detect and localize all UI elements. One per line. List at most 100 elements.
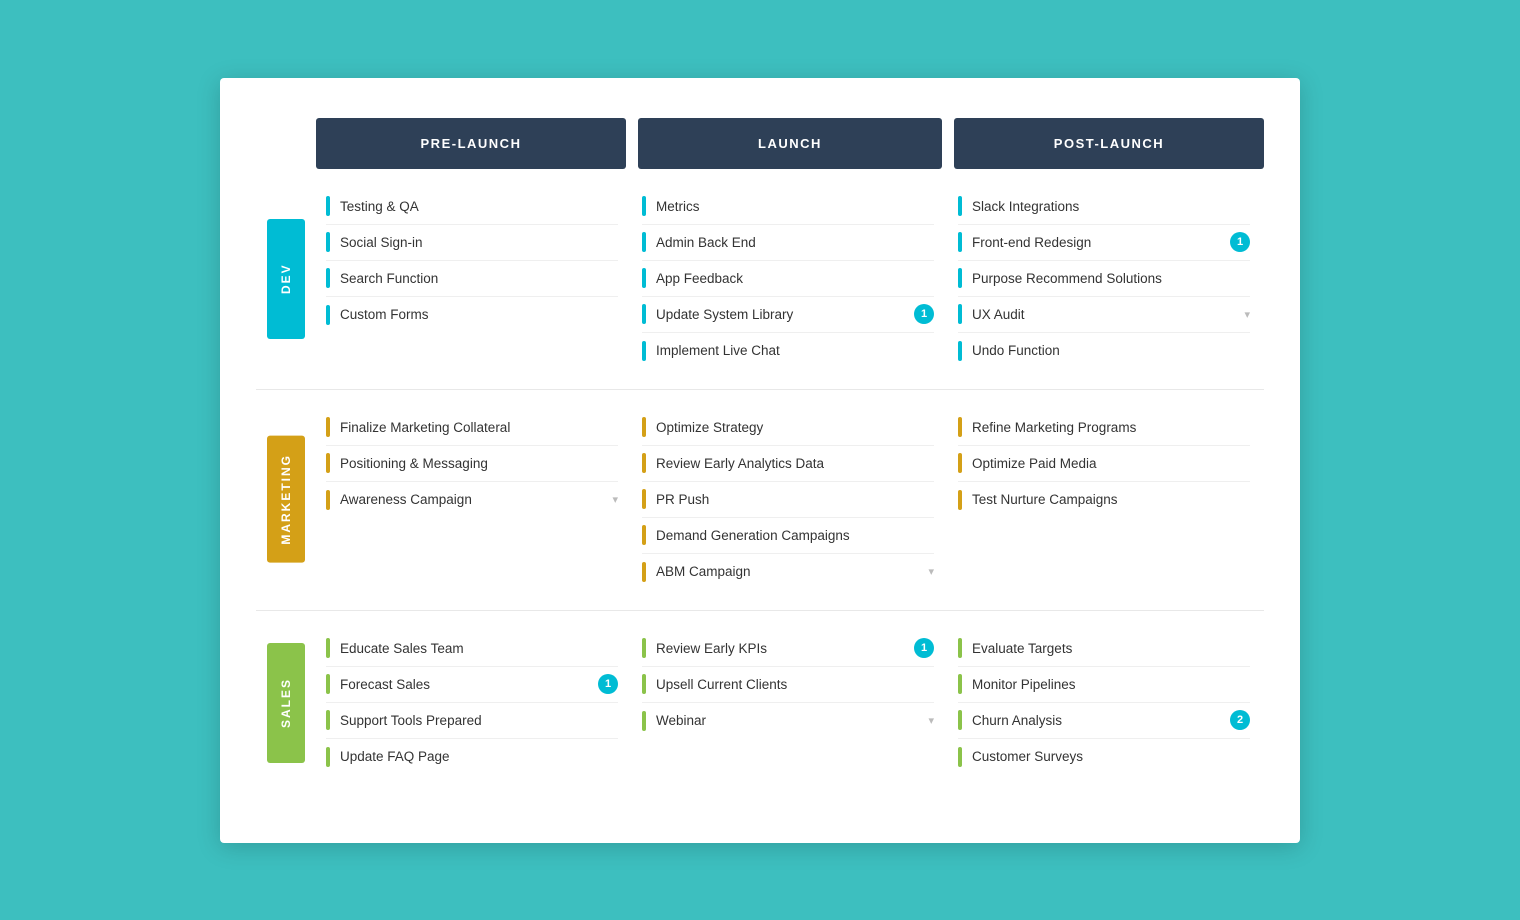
sales-prelaunch-cell: Educate Sales Team Forecast Sales 1 Support… [316, 610, 632, 795]
task-item[interactable]: Demand Generation Campaigns [642, 518, 934, 554]
task-item[interactable]: Front-end Redesign 1 [958, 225, 1250, 261]
task-label: Implement Live Chat [656, 343, 934, 358]
task-bar [958, 304, 962, 324]
task-item[interactable]: PR Push [642, 482, 934, 518]
task-item[interactable]: Undo Function [958, 333, 1250, 369]
task-label: Testing & QA [340, 199, 618, 214]
task-bar [958, 341, 962, 361]
task-bar [958, 453, 962, 473]
task-bar [326, 305, 330, 325]
task-item[interactable]: UX Audit ▾ [958, 297, 1250, 333]
task-item[interactable]: ABM Campaign ▾ [642, 554, 934, 590]
task-label: Admin Back End [656, 235, 934, 250]
dropdown-arrow-icon[interactable]: ▾ [928, 714, 934, 727]
task-item[interactable]: Positioning & Messaging [326, 446, 618, 482]
task-item[interactable]: Review Early Analytics Data [642, 446, 934, 482]
task-item[interactable]: Optimize Paid Media [958, 446, 1250, 482]
dropdown-arrow-icon[interactable]: ▾ [612, 493, 618, 506]
task-item[interactable]: Finalize Marketing Collateral [326, 410, 618, 446]
task-item[interactable]: Educate Sales Team [326, 631, 618, 667]
task-bar [642, 232, 646, 252]
task-bar [642, 453, 646, 473]
task-bar [642, 268, 646, 288]
task-label: Awareness Campaign [340, 492, 606, 507]
task-item[interactable]: Test Nurture Campaigns [958, 482, 1250, 518]
task-bar [642, 341, 646, 361]
col-header-postlaunch: POST-LAUNCH [954, 118, 1264, 169]
marketing-label-cell: MARKETING [256, 389, 316, 610]
task-bar [958, 417, 962, 437]
task-label: Evaluate Targets [972, 641, 1250, 656]
task-item[interactable]: Review Early KPIs1 [642, 631, 934, 667]
task-bar [326, 674, 330, 694]
task-item[interactable]: Slack Integrations [958, 189, 1250, 225]
task-item[interactable]: Upsell Current Clients [642, 667, 934, 703]
header-spacer [256, 118, 316, 169]
task-label: Test Nurture Campaigns [972, 492, 1250, 507]
task-item[interactable]: Forecast Sales 1 [326, 667, 618, 703]
task-bar [642, 489, 646, 509]
sales-launch-cell: Review Early KPIs1 Upsell Current Clients… [632, 610, 948, 795]
task-item[interactable]: Evaluate Targets [958, 631, 1250, 667]
task-badge: 1 [1230, 232, 1250, 252]
col-header-launch: LAUNCH [638, 118, 942, 169]
task-item[interactable]: Social Sign-in [326, 225, 618, 261]
task-badge: 1 [598, 674, 618, 694]
task-label: Purpose Recommend Solutions [972, 271, 1250, 286]
task-bar [642, 196, 646, 216]
dropdown-arrow-icon[interactable]: ▾ [1244, 308, 1250, 321]
task-bar [326, 710, 330, 730]
task-item[interactable]: Monitor Pipelines [958, 667, 1250, 703]
dev-row-label: DEV [267, 219, 305, 339]
task-label: Upsell Current Clients [656, 677, 934, 692]
dev-postlaunch-cell: Slack Integrations Front-end Redesign 1 Pur… [948, 169, 1264, 389]
marketing-row-label: MARKETING [267, 436, 305, 563]
marketing-launch-cell: Optimize StrategyReview Early Analytics … [632, 389, 948, 610]
task-label: ABM Campaign [656, 564, 922, 579]
task-badge: 2 [1230, 710, 1250, 730]
task-item[interactable]: Webinar▾ [642, 703, 934, 739]
main-card: PRE-LAUNCH LAUNCH POST-LAUNCH DEV Testin… [220, 78, 1300, 843]
task-item[interactable]: Churn Analysis2 [958, 703, 1250, 739]
task-item[interactable]: Update FAQ Page [326, 739, 618, 775]
task-item[interactable]: Metrics [642, 189, 934, 225]
task-label: Social Sign-in [340, 235, 618, 250]
task-bar [642, 711, 646, 731]
task-bar [326, 232, 330, 252]
task-label: Front-end Redesign [972, 235, 1224, 250]
task-label: Refine Marketing Programs [972, 420, 1250, 435]
task-item[interactable]: Implement Live Chat [642, 333, 934, 369]
task-item[interactable]: Refine Marketing Programs [958, 410, 1250, 446]
task-label: Finalize Marketing Collateral [340, 420, 618, 435]
task-bar [642, 525, 646, 545]
task-item[interactable]: Custom Forms [326, 297, 618, 333]
task-bar [326, 747, 330, 767]
planning-grid: PRE-LAUNCH LAUNCH POST-LAUNCH DEV Testin… [256, 118, 1264, 795]
task-item[interactable]: App Feedback [642, 261, 934, 297]
task-label: UX Audit [972, 307, 1238, 322]
task-bar [326, 490, 330, 510]
task-label: Forecast Sales [340, 677, 592, 692]
task-item[interactable]: Admin Back End [642, 225, 934, 261]
task-bar [326, 268, 330, 288]
col-header-prelaunch: PRE-LAUNCH [316, 118, 626, 169]
task-bar [642, 638, 646, 658]
task-label: Metrics [656, 199, 934, 214]
task-item[interactable]: Purpose Recommend Solutions [958, 261, 1250, 297]
dropdown-arrow-icon[interactable]: ▾ [928, 565, 934, 578]
task-label: Slack Integrations [972, 199, 1250, 214]
task-item[interactable]: Support Tools Prepared [326, 703, 618, 739]
task-label: Educate Sales Team [340, 641, 618, 656]
task-item[interactable]: Awareness Campaign ▾ [326, 482, 618, 518]
task-bar [958, 196, 962, 216]
task-item[interactable]: Testing & QA [326, 189, 618, 225]
task-bar [326, 196, 330, 216]
task-item[interactable]: Optimize Strategy [642, 410, 934, 446]
task-label: PR Push [656, 492, 934, 507]
task-item[interactable]: Customer Surveys [958, 739, 1250, 775]
task-item[interactable]: Update System Library1 [642, 297, 934, 333]
marketing-prelaunch-cell: Finalize Marketing Collateral Positioning… [316, 389, 632, 610]
task-bar [958, 268, 962, 288]
task-bar [958, 638, 962, 658]
task-item[interactable]: Search Function [326, 261, 618, 297]
